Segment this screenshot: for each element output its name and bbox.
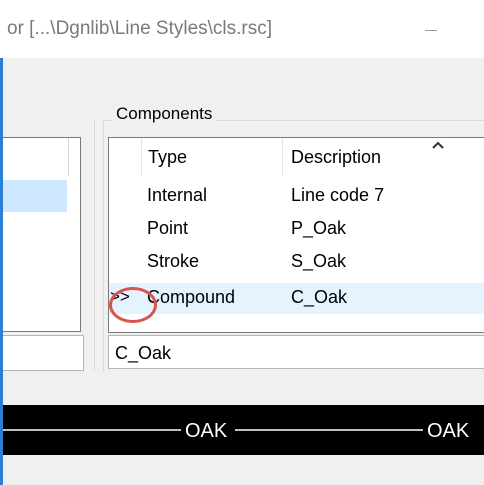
toolbar	[3, 58, 484, 94]
component-type: Internal	[147, 185, 208, 205]
component-description: C_Oak	[291, 287, 348, 307]
chevron-up-icon	[430, 138, 446, 156]
component-type: Point	[147, 218, 189, 238]
line-style-name-field[interactable]	[3, 335, 84, 371]
column-header-description[interactable]: Description	[283, 138, 429, 176]
line-styles-list-header[interactable]	[3, 138, 69, 176]
window-title: or [...\Dgnlib\Line Styles\cls.rsc]	[7, 18, 273, 39]
component-row-selected[interactable]: >> Compound C_Oak	[109, 283, 484, 314]
component-description: P_Oak	[291, 218, 347, 238]
component-description: Line code 7	[291, 185, 385, 205]
column-header-type[interactable]: Type	[142, 138, 282, 176]
components-group-label: Components	[112, 104, 217, 124]
component-row[interactable]: Internal Line code 7	[109, 181, 484, 212]
panel-divider[interactable]	[94, 120, 95, 370]
bottom-area	[3, 455, 484, 485]
line-styles-list-header-edge	[70, 138, 79, 176]
component-description: S_Oak	[291, 251, 347, 271]
minimize-button[interactable]	[408, 10, 454, 50]
column-header-marker[interactable]	[109, 138, 141, 176]
component-row[interactable]: Point P_Oak	[109, 214, 484, 245]
component-type: Stroke	[147, 251, 200, 271]
component-row[interactable]: Stroke S_Oak	[109, 247, 484, 278]
components-group-border-left	[103, 120, 104, 372]
component-type: Compound	[147, 287, 236, 307]
line-styles-selected-row[interactable]	[3, 180, 67, 212]
preview-label-2: OAK	[427, 420, 470, 442]
annotation-circle	[109, 287, 157, 323]
component-name-field[interactable]: C_Oak	[108, 335, 484, 369]
line-style-preview: OAK OAK	[3, 405, 484, 455]
preview-graphic: OAK OAK	[3, 420, 470, 442]
preview-label-1: OAK	[185, 420, 228, 442]
minimize-icon	[425, 29, 437, 31]
